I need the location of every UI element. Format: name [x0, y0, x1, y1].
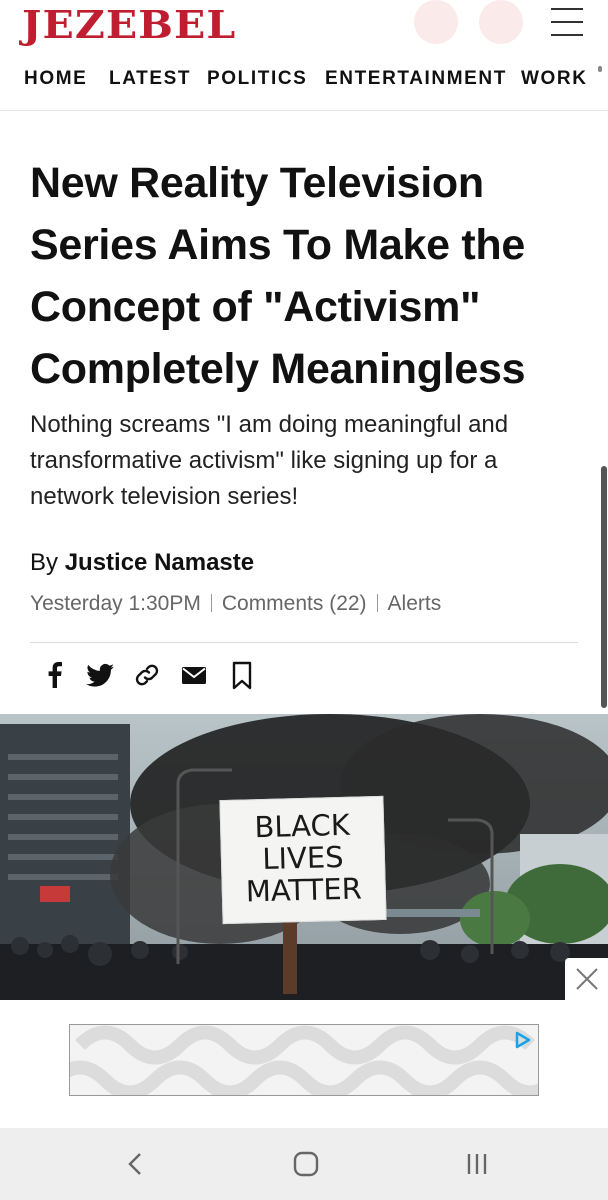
- nav-item-entertainment[interactable]: ENTERTAINMENT: [325, 68, 507, 90]
- nav-item-latest[interactable]: LATEST: [109, 68, 191, 90]
- nav-item-politics[interactable]: POLITICS: [207, 68, 307, 90]
- byline-prefix: By: [30, 549, 59, 576]
- article-meta: Yesterday 1:30PM Comments (22) Alerts: [30, 592, 441, 616]
- header-action-button[interactable]: [414, 0, 458, 44]
- article-headline: New Reality Television Series Aims To Ma…: [30, 152, 550, 400]
- back-icon[interactable]: [124, 1150, 148, 1178]
- alerts-link[interactable]: Alerts: [388, 592, 442, 615]
- facebook-icon[interactable]: [40, 658, 70, 692]
- recent-apps-icon[interactable]: [464, 1150, 490, 1178]
- author-link[interactable]: Justice Namaste: [65, 549, 254, 576]
- headline-line: Series Aims To Make the: [30, 221, 525, 269]
- ad-banner[interactable]: [69, 1024, 539, 1096]
- nav-scroll-indicator: [598, 66, 602, 72]
- article-subhead: Nothing screams "I am doing meaningful a…: [30, 411, 509, 510]
- protest-sign: BLACK LIVES MATTER: [219, 795, 387, 925]
- article-byline: By Justice Namaste: [30, 549, 254, 577]
- system-nav-bar: [0, 1128, 608, 1200]
- timestamp: Yesterday 1:30PM: [30, 592, 201, 615]
- site-header: JEZEBEL: [0, 0, 608, 62]
- headline-line: Concept of "Activism": [30, 283, 481, 331]
- home-icon[interactable]: [292, 1150, 320, 1178]
- close-icon: [576, 968, 598, 990]
- twitter-icon[interactable]: [83, 658, 114, 692]
- ad-choices-icon[interactable]: [514, 1031, 532, 1049]
- ad-container: [0, 1000, 608, 1128]
- divider: [30, 642, 578, 643]
- headline-line: Completely Meaningless: [30, 345, 526, 393]
- headline-line: New Reality Television: [30, 159, 484, 207]
- nav-item-home[interactable]: HOME: [24, 68, 87, 90]
- comments-link[interactable]: Comments (22): [222, 592, 367, 615]
- hamburger-menu-icon[interactable]: [551, 8, 583, 40]
- header-action-button[interactable]: [479, 0, 523, 44]
- site-logo[interactable]: JEZEBEL: [22, 2, 236, 47]
- ad-close-button[interactable]: [565, 958, 608, 1000]
- main-nav: HOME LATEST POLITICS ENTERTAINMENT WORK: [0, 62, 608, 111]
- sign-text-line: MATTER: [245, 871, 363, 909]
- mail-icon[interactable]: [179, 658, 209, 692]
- link-icon[interactable]: [132, 658, 162, 692]
- page-scrollbar[interactable]: [601, 466, 607, 708]
- bookmark-icon[interactable]: [227, 658, 257, 692]
- nav-item-work[interactable]: WORK: [521, 68, 588, 90]
